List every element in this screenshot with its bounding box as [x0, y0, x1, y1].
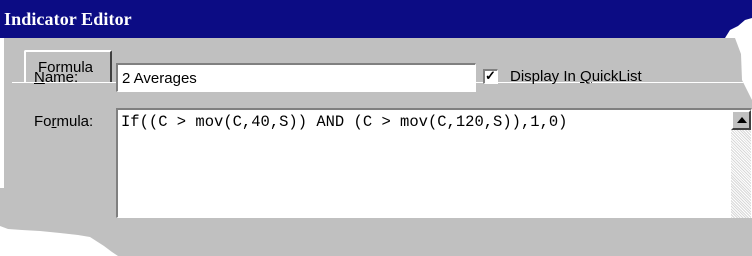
name-label: Name: — [34, 69, 79, 86]
formula-value: If((C > mov(C,40,S)) AND (C > mov(C,120,… — [121, 113, 568, 131]
arrow-up-icon — [737, 117, 747, 123]
name-input[interactable]: 2 Averages — [116, 63, 476, 92]
title-bar: Indicator Editor — [0, 0, 752, 38]
scroll-up-button[interactable] — [731, 110, 751, 130]
name-value: 2 Averages — [122, 70, 197, 87]
formula-scrollbar[interactable] — [731, 110, 751, 218]
display-in-quicklist-checkbox[interactable]: ✓ — [483, 68, 498, 84]
formula-textarea[interactable]: If((C > mov(C,40,S)) AND (C > mov(C,120,… — [116, 108, 752, 218]
display-in-quicklist-label[interactable]: Display In QuickList — [510, 68, 642, 85]
dialog-body: Formula Name: 2 Averages ✓ Display In Qu… — [0, 38, 752, 256]
checkmark-icon: ✓ — [485, 68, 496, 83]
formula-label: Formula: — [34, 113, 94, 130]
window-title: Indicator Editor — [4, 9, 132, 29]
indicator-editor-window: Indicator Editor Formula Name: 2 Average… — [0, 0, 752, 256]
